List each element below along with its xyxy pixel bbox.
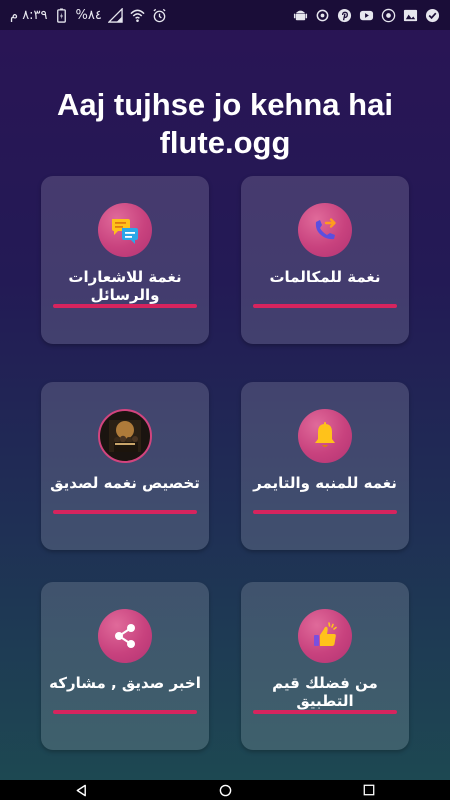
status-bar: ٨:٣٩ م %٨٤: [0, 0, 450, 30]
card-underline: [53, 304, 197, 308]
card-label: تخصيص نغمه لصديق: [50, 474, 200, 492]
share-app-button[interactable]: اخبر صديق , مشاركه: [41, 582, 209, 750]
alarm-icon: [152, 7, 168, 23]
check-icon: [424, 7, 440, 23]
ringtone-calls-button[interactable]: نغمة للمكالمات: [241, 176, 409, 344]
ringtone-alarm-button[interactable]: نغمه للمنبه والتايمر: [241, 382, 409, 550]
card-underline: [253, 510, 397, 514]
sync-icon: [314, 7, 330, 23]
call-forward-icon: [298, 203, 352, 257]
card-label: نغمة للمكالمات: [269, 268, 381, 286]
status-right: [292, 7, 440, 23]
card-label: نغمة للاشعارات والرسائل: [68, 268, 182, 304]
card-label: من فضلك قيم التطبيق: [272, 674, 378, 710]
pinterest-icon: [336, 7, 352, 23]
card-underline: [53, 510, 197, 514]
clock: ٨:٣٩ م: [10, 7, 48, 23]
card-underline: [253, 710, 397, 714]
rate-app-button[interactable]: من فضلك قيم التطبيق: [241, 582, 409, 750]
share-icon: [98, 609, 152, 663]
card-label: اخبر صديق , مشاركه: [49, 674, 201, 692]
ringtone-friend-button[interactable]: تخصيص نغمه لصديق: [41, 382, 209, 550]
back-icon[interactable]: [74, 783, 88, 797]
friend-photo-icon: [98, 409, 152, 463]
wifi-icon: [130, 7, 146, 23]
system-nav-bar: [0, 780, 450, 800]
chat-bubbles-icon: [98, 203, 152, 257]
status-left: ٨:٣٩ م %٨٤: [10, 7, 168, 23]
card-label: نغمه للمنبه والتايمر: [253, 474, 397, 492]
youtube-icon: [358, 7, 374, 23]
notification-icon: [380, 7, 396, 23]
thumbs-up-icon: [298, 609, 352, 663]
bell-icon: [298, 409, 352, 463]
recents-icon[interactable]: [362, 783, 376, 797]
ringtone-notifications-button[interactable]: نغمة للاشعارات والرسائل: [41, 176, 209, 344]
battery-percent: %٨٤: [75, 7, 102, 23]
battery-icon: [54, 7, 70, 23]
image-icon: [402, 7, 418, 23]
signal-icon: [108, 7, 124, 23]
android-icon: [292, 7, 308, 23]
page-title: Aaj tujhse jo kehna hai flute.ogg: [57, 87, 393, 160]
card-underline: [253, 304, 397, 308]
home-icon[interactable]: [218, 783, 232, 797]
card-underline: [53, 710, 197, 714]
